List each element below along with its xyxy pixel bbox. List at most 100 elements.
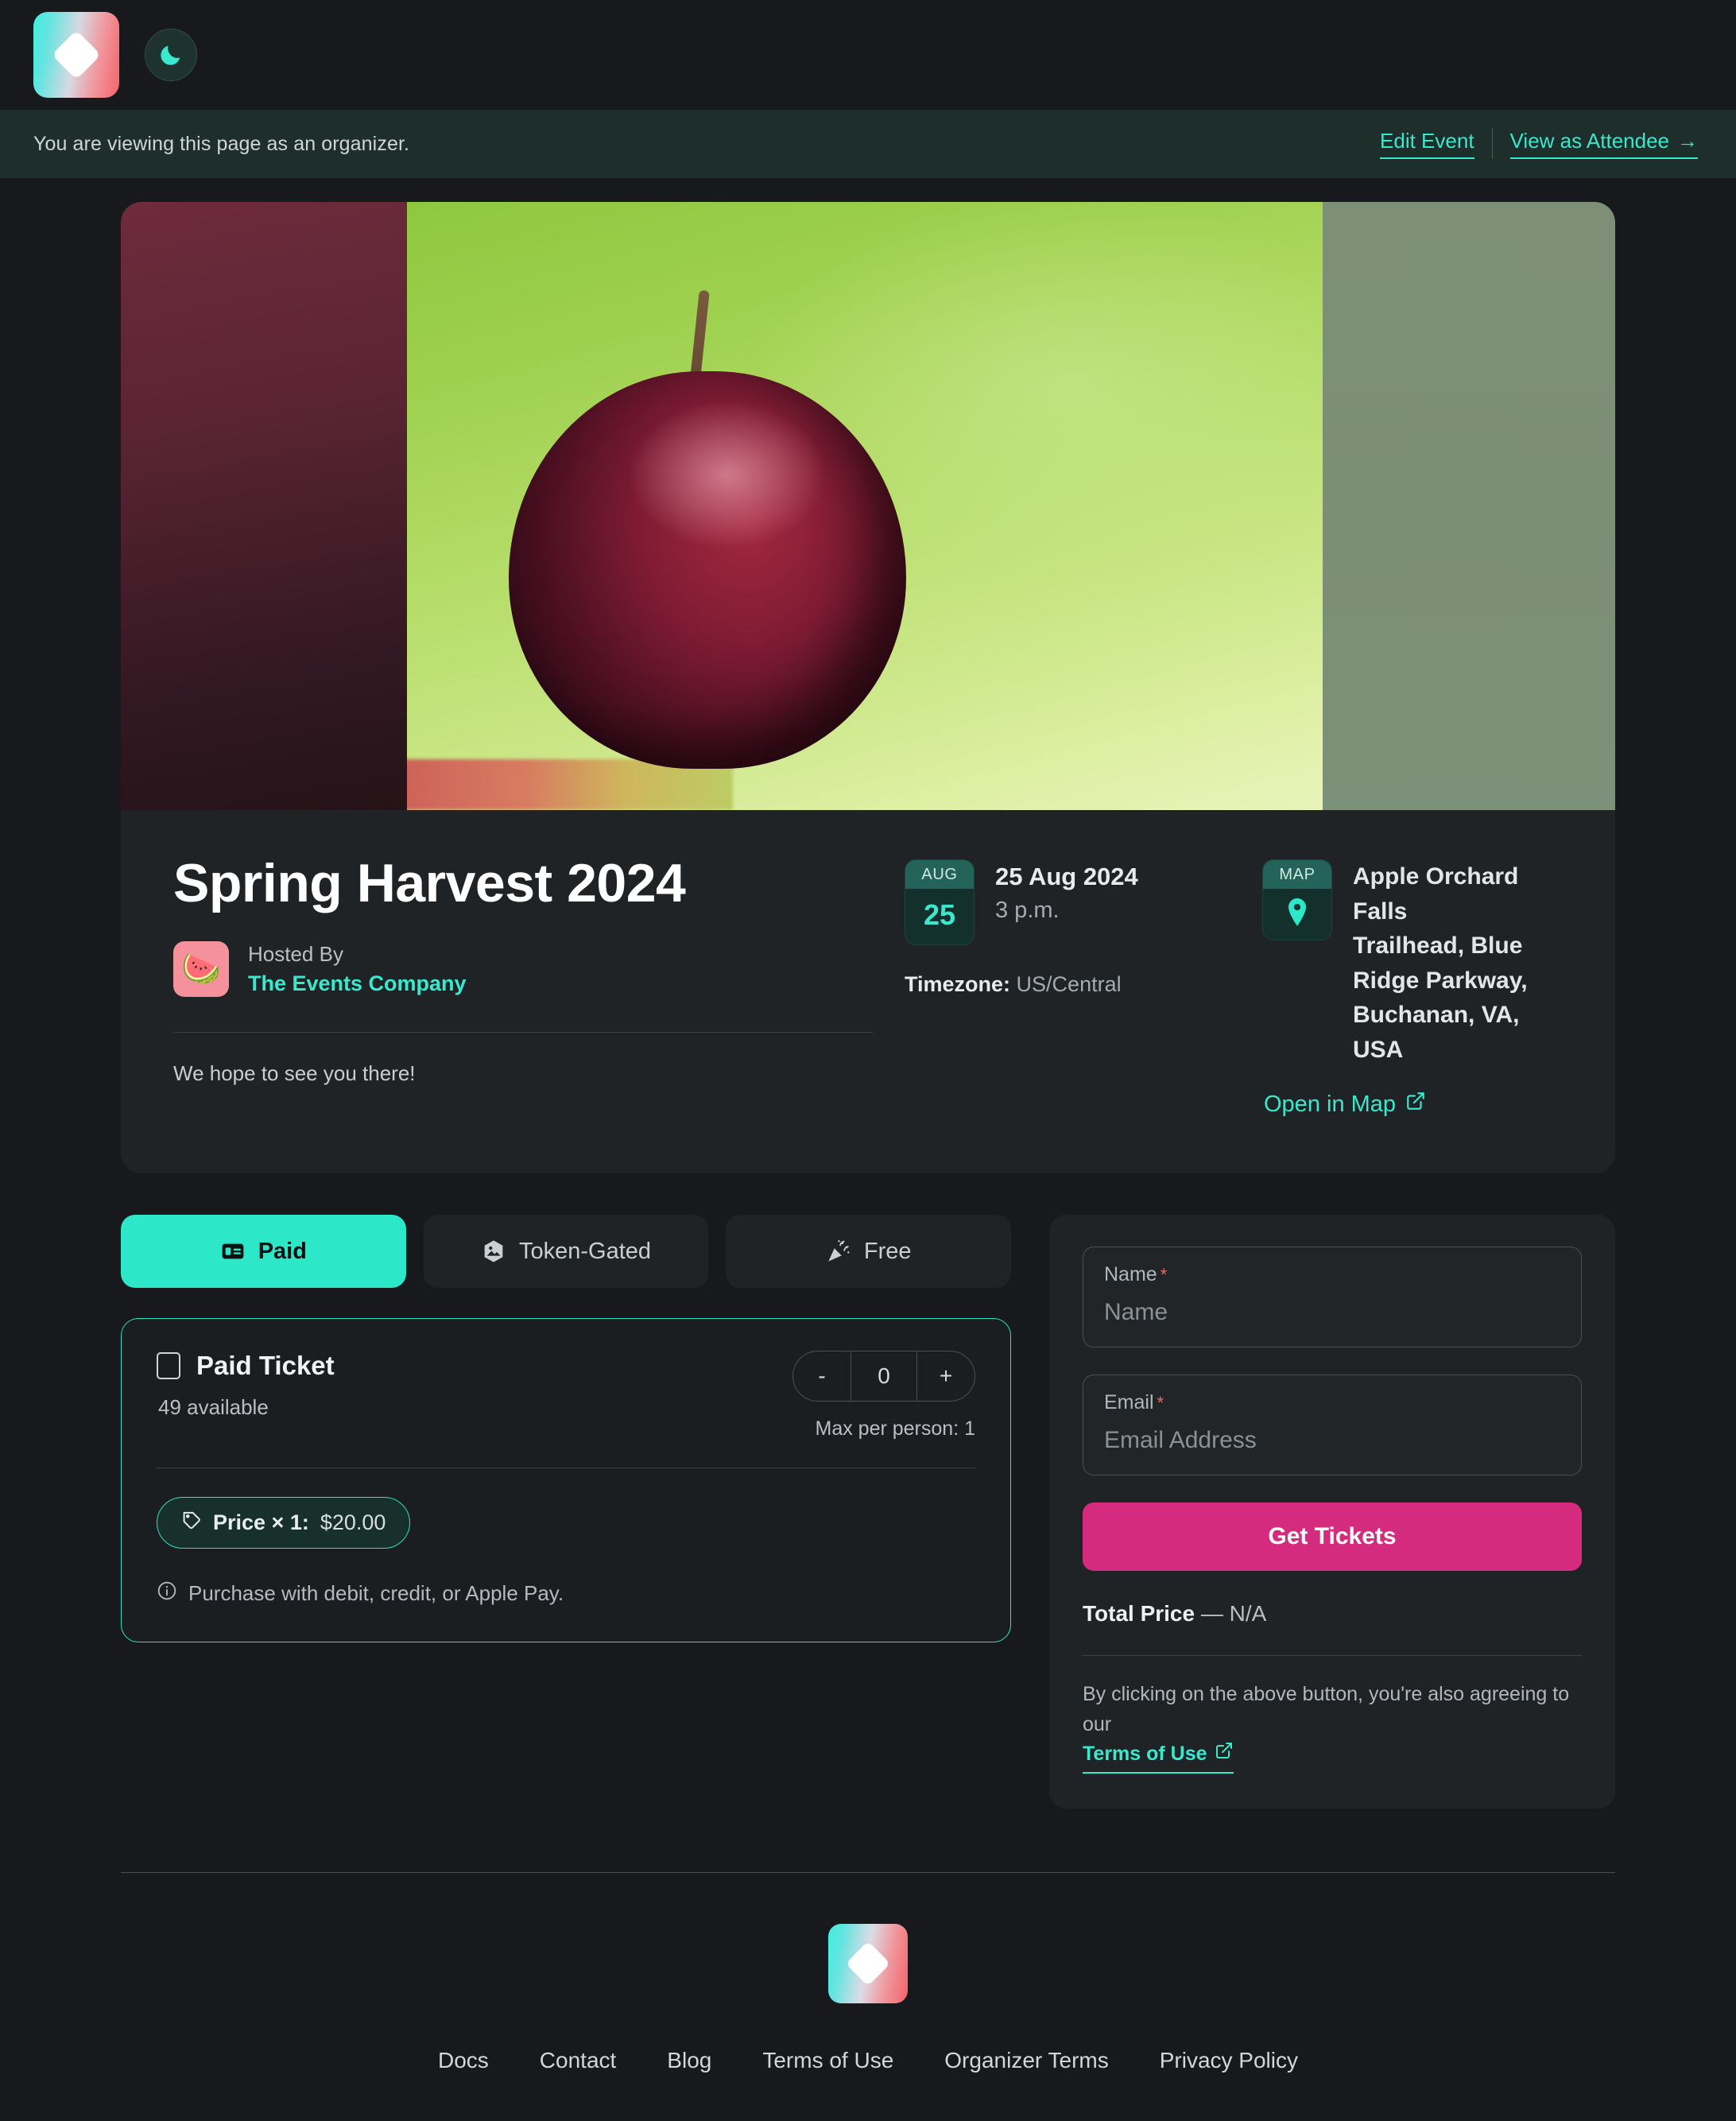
info-icon bbox=[157, 1580, 177, 1607]
name-field-label: Name * bbox=[1104, 1263, 1560, 1286]
hero-photo-apple bbox=[407, 202, 1323, 810]
email-label-text: Email bbox=[1104, 1391, 1154, 1413]
date-chip-month: AUG bbox=[905, 860, 974, 889]
footer-link-organizer-terms[interactable]: Organizer Terms bbox=[919, 2048, 1133, 2073]
footer-link-privacy-policy[interactable]: Privacy Policy bbox=[1134, 2048, 1323, 2073]
hosted-by-label: Hosted By bbox=[248, 942, 343, 967]
address-line: Buchanan, VA, USA bbox=[1353, 1002, 1520, 1063]
quantity-decrement-button[interactable]: - bbox=[793, 1351, 851, 1401]
ticket-type-tabs: Paid Token-Gated Free bbox=[121, 1215, 1012, 1288]
event-description: We hope to see you there! bbox=[173, 1061, 416, 1086]
date-chip-day: 25 bbox=[923, 898, 956, 931]
moon-icon[interactable] bbox=[145, 29, 197, 81]
host-meta: Hosted By The Events Company bbox=[248, 942, 467, 996]
footer-link-terms-of-use[interactable]: Terms of Use bbox=[737, 2048, 919, 2073]
total-price-value: — N/A bbox=[1200, 1601, 1267, 1626]
page-title: Spring Harvest 2024 bbox=[173, 853, 686, 913]
open-in-map-label: Open in Map bbox=[1264, 1091, 1397, 1117]
view-as-attendee-link[interactable]: View as Attendee → bbox=[1509, 129, 1698, 159]
top-nav bbox=[0, 0, 1736, 110]
required-asterisk: * bbox=[1157, 1393, 1164, 1413]
organizer-banner-actions: Edit Event View as Attendee → bbox=[1380, 129, 1698, 159]
organizer-banner: You are viewing this page as an organize… bbox=[0, 110, 1736, 178]
event-hero-image bbox=[121, 202, 1615, 810]
timezone-value: US/Central bbox=[1016, 972, 1122, 996]
name-input[interactable] bbox=[1104, 1299, 1560, 1326]
site-footer: Docs Contact Blog Terms of Use Organizer… bbox=[0, 1873, 1736, 2073]
tab-paid-label: Paid bbox=[258, 1238, 307, 1264]
open-in-map-link[interactable]: Open in Map bbox=[1264, 1091, 1426, 1118]
organizer-banner-message: You are viewing this page as an organize… bbox=[33, 132, 410, 155]
diamond-glyph bbox=[51, 29, 102, 80]
diamond-glyph bbox=[845, 1941, 891, 1986]
total-price-row: Total Price — N/A bbox=[1083, 1601, 1582, 1627]
ticket-column: Paid Token-Gated Free Paid Ticket 49 ava… bbox=[121, 1215, 1012, 1642]
ticket-name-row: Paid Ticket bbox=[157, 1351, 335, 1381]
tab-free[interactable]: Free bbox=[726, 1215, 1012, 1288]
watermelon-icon: 🍉 bbox=[173, 941, 229, 998]
ticket-name: Paid Ticket bbox=[196, 1351, 335, 1380]
checkbox-unchecked-icon[interactable] bbox=[157, 1352, 180, 1379]
host-name-link[interactable]: The Events Company bbox=[248, 971, 467, 996]
arrow-right-icon: → bbox=[1677, 129, 1698, 153]
footer-link-docs[interactable]: Docs bbox=[413, 2048, 514, 2073]
map-chip-label: MAP bbox=[1263, 860, 1331, 889]
tag-icon bbox=[181, 1510, 202, 1536]
email-input[interactable] bbox=[1104, 1427, 1560, 1454]
ticket-max-per-person: Max per person: 1 bbox=[815, 1417, 976, 1440]
view-as-attendee-label: View as Attendee bbox=[1509, 129, 1669, 153]
date-chip: AUG 25 bbox=[905, 859, 975, 945]
divider bbox=[1491, 129, 1493, 159]
external-link-icon bbox=[1405, 1091, 1426, 1118]
checkout-panel: Name* Email* Get Tickets Total Price — N… bbox=[1049, 1215, 1615, 1809]
ticket-card-header: Paid Ticket 49 available - 0 + Max per p… bbox=[157, 1351, 975, 1440]
terms-of-use-label: Terms of Use bbox=[1083, 1743, 1207, 1765]
hexagon-nft-icon bbox=[481, 1239, 506, 1264]
ticket-price-badge: Price × 1: $20.00 bbox=[157, 1497, 411, 1549]
event-date: 25 Aug 2024 bbox=[995, 863, 1138, 890]
hero-band-left bbox=[121, 202, 407, 810]
map-chip: MAP bbox=[1262, 859, 1332, 940]
ticket-card-left: Paid Ticket 49 available bbox=[157, 1351, 335, 1420]
ticket-availability: 49 available bbox=[158, 1395, 269, 1419]
ticket-card-paid[interactable]: Paid Ticket 49 available - 0 + Max per p… bbox=[121, 1318, 1011, 1642]
footer-link-contact[interactable]: Contact bbox=[514, 2048, 642, 2073]
event-time: 3 p.m. bbox=[995, 898, 1060, 923]
quantity-stepper: - 0 + bbox=[792, 1351, 975, 1402]
get-tickets-button[interactable]: Get Tickets bbox=[1083, 1503, 1582, 1571]
tab-paid[interactable]: Paid bbox=[121, 1215, 406, 1288]
tab-token-gated[interactable]: Token-Gated bbox=[423, 1215, 709, 1288]
host-row: 🍉 Hosted By The Events Company bbox=[173, 941, 873, 998]
date-text-block: 25 Aug 2024 3 p.m. bbox=[995, 859, 1138, 924]
divider bbox=[1083, 1655, 1582, 1656]
hero-band-right bbox=[1323, 202, 1615, 810]
external-link-icon bbox=[1215, 1739, 1234, 1770]
footer-links: Docs Contact Blog Terms of Use Organizer… bbox=[0, 2048, 1736, 2073]
footer-logo-icon[interactable] bbox=[828, 1923, 908, 2003]
date-row: AUG 25 25 Aug 2024 3 p.m. bbox=[905, 859, 1262, 945]
name-field-wrapper: Name * bbox=[1083, 1247, 1582, 1347]
terms-prefix: By clicking on the above button, you're … bbox=[1083, 1683, 1570, 1735]
name-label-text: Name bbox=[1104, 1263, 1157, 1285]
quantity-value[interactable]: 0 bbox=[851, 1351, 917, 1401]
terms-agreement-text: By clicking on the above button, you're … bbox=[1083, 1680, 1582, 1774]
apple-body bbox=[509, 371, 906, 769]
ticket-section: Paid Token-Gated Free Paid Ticket 49 ava… bbox=[121, 1215, 1615, 1809]
timezone-row: Timezone: US/Central bbox=[905, 972, 1262, 997]
ticket-card-right: - 0 + Max per person: 1 bbox=[792, 1351, 975, 1440]
event-info: Spring Harvest 2024 🍉 Hosted By The Even… bbox=[121, 810, 1615, 1173]
event-info-date: AUG 25 25 Aug 2024 3 p.m. Timezone: US/C… bbox=[905, 855, 1262, 1118]
quantity-increment-button[interactable]: + bbox=[917, 1351, 975, 1401]
event-address: Apple Orchard Falls Trailhead, Blue Ridg… bbox=[1353, 859, 1563, 1067]
map-pin-icon bbox=[1263, 889, 1331, 940]
email-field-wrapper: Email * bbox=[1083, 1375, 1582, 1475]
brand-logo-icon[interactable] bbox=[33, 12, 119, 98]
tab-free-label: Free bbox=[863, 1238, 912, 1264]
event-card: Spring Harvest 2024 🍉 Hosted By The Even… bbox=[121, 202, 1615, 1173]
footer-link-blog[interactable]: Blog bbox=[641, 2048, 737, 2073]
terms-of-use-link[interactable]: Terms of Use bbox=[1083, 1739, 1234, 1774]
edit-event-link[interactable]: Edit Event bbox=[1380, 129, 1474, 159]
divider bbox=[173, 1032, 873, 1033]
required-asterisk: * bbox=[1160, 1265, 1168, 1285]
ticket-payment-note-text: Purchase with debit, credit, or Apple Pa… bbox=[188, 1581, 564, 1605]
